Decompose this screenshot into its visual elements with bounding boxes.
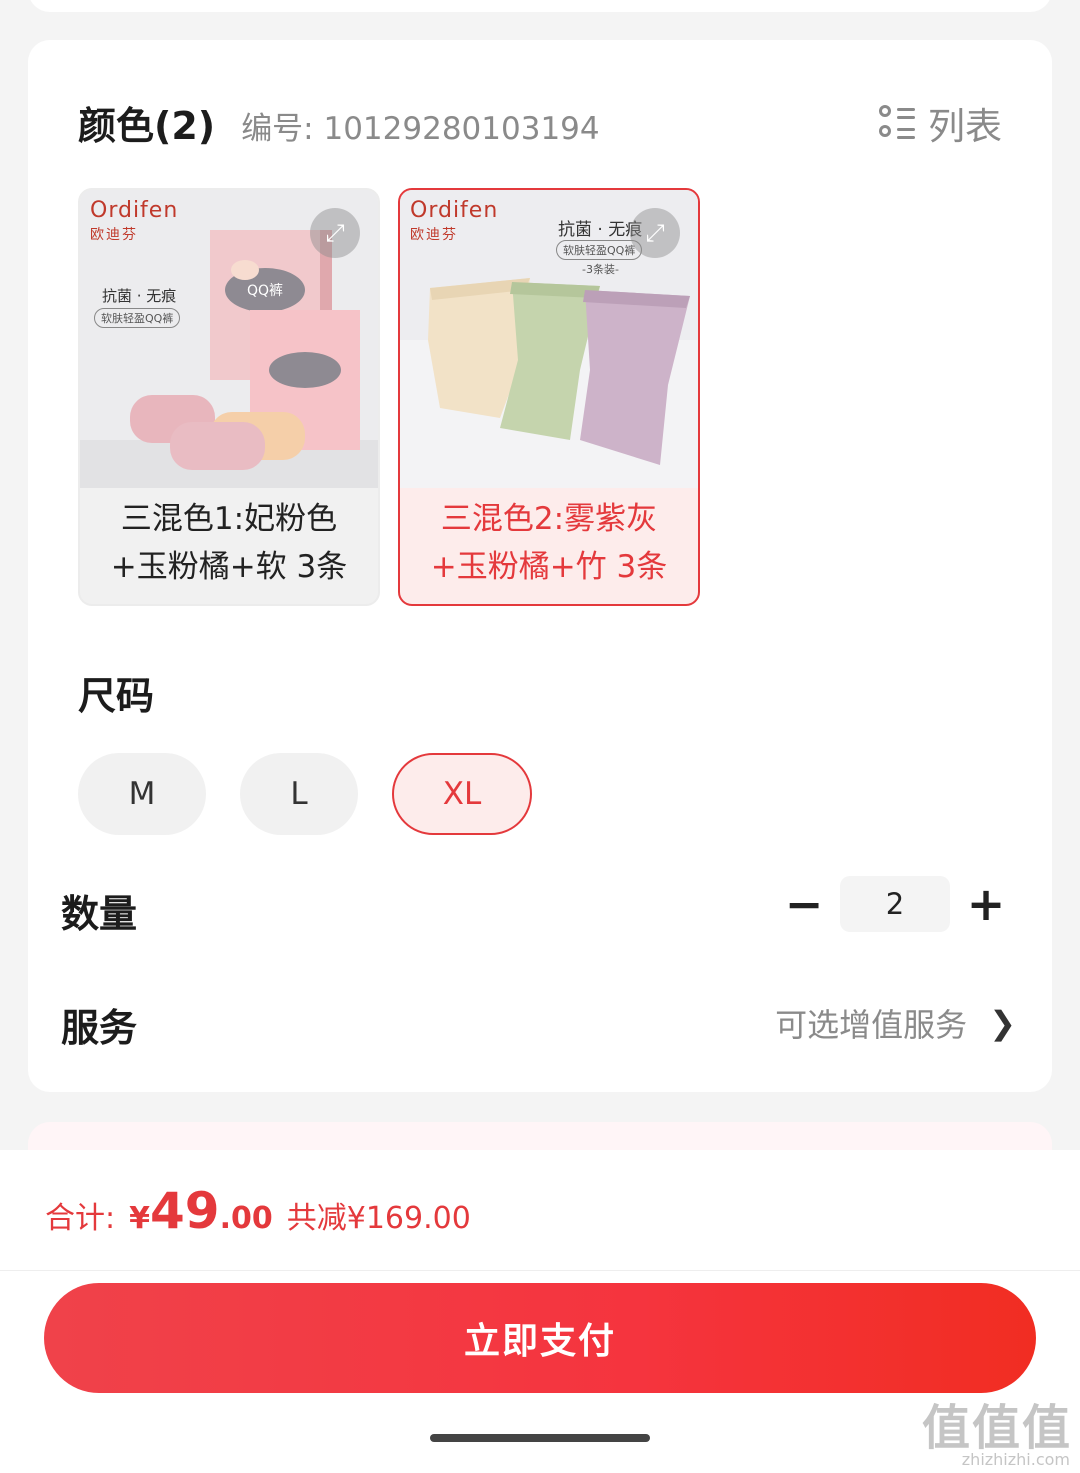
watermark: 值值值 [921, 1400, 1072, 1456]
brand-logo-cn: 欧迪芬 [410, 227, 458, 243]
size-option-l[interactable]: L [240, 753, 358, 835]
sku-selector-card: 颜色(2) 编号: 10129280103194 列表 QQ裤 Ordifen … [28, 40, 1052, 1092]
checkout-bar: 合计: ¥ 49 .00 共减¥169.00 立即支付 值值值 zhizhizh… [0, 1150, 1080, 1473]
color-option-1-label-line2: +玉粉橘+软 3条 [110, 549, 348, 585]
price-integer: 49 [149, 1182, 220, 1240]
service-title: 服务 [61, 1006, 138, 1050]
color-option-2[interactable]: Ordifen 欧迪芬 抗菌 · 无痕 软肤轻盈QQ裤 -3条装- ⤢ 三混色2… [398, 188, 700, 606]
quantity-input[interactable]: 2 [840, 876, 950, 932]
list-view-toggle[interactable]: 列表 [878, 96, 1002, 150]
product-tagline: 抗菌 · 无痕 [102, 287, 177, 305]
color-option-1-label: 三混色1:妃粉色 +玉粉橘+软 3条 [80, 495, 378, 591]
quantity-stepper: − 2 + [774, 876, 1016, 932]
service-link-label: 可选增值服务 [775, 1006, 968, 1044]
product-code: 编号: 10129280103194 [241, 111, 600, 147]
currency-symbol: ¥ [129, 1201, 150, 1236]
quantity-title: 数量 [61, 892, 138, 936]
price-decimal: .00 [219, 1201, 273, 1236]
color-option-2-label: 三混色2:雾紫灰 +玉粉橘+竹 3条 [400, 495, 698, 591]
color-header: 颜色(2) 编号: 10129280103194 [78, 95, 600, 148]
expand-icon[interactable]: ⤢ [630, 208, 680, 258]
brand-logo-en: Ordifen [90, 198, 179, 223]
value-added-service-link[interactable]: 可选增值服务 ❯ [775, 1000, 1016, 1046]
color-option-1-image: QQ裤 Ordifen 欧迪芬 抗菌 · 无痕 软肤轻盈QQ裤 ⤢ [80, 190, 378, 488]
size-option-m[interactable]: M [78, 753, 206, 835]
chevron-right-icon: ❯ [989, 1004, 1016, 1042]
color-option-2-label-line1: 三混色2:雾紫灰 [440, 501, 658, 537]
size-section-title: 尺码 [78, 674, 155, 718]
expand-icon[interactable]: ⤢ [310, 208, 360, 258]
divider [0, 1270, 1080, 1271]
decrease-quantity-button[interactable]: − [774, 876, 834, 932]
svg-text:QQ裤: QQ裤 [247, 283, 283, 299]
brand-logo-cn: 欧迪芬 [90, 227, 138, 243]
previous-card [28, 0, 1052, 12]
watermark-url: zhizhizhi.com [961, 1450, 1070, 1469]
increase-quantity-button[interactable]: + [956, 876, 1016, 932]
color-option-2-label-line2: +玉粉橘+竹 3条 [430, 549, 668, 585]
color-option-2-image: Ordifen 欧迪芬 抗菌 · 无痕 软肤轻盈QQ裤 -3条装- ⤢ [400, 190, 698, 488]
color-option-1[interactable]: QQ裤 Ordifen 欧迪芬 抗菌 · 无痕 软肤轻盈QQ裤 ⤢ 三混色1:妃… [78, 188, 380, 606]
total-price: 合计: ¥ 49 .00 共减¥169.00 [45, 1182, 471, 1240]
pay-now-button[interactable]: 立即支付 [44, 1283, 1036, 1393]
color-option-1-label-line1: 三混色1:妃粉色 [120, 501, 338, 537]
discount-amount: 共减¥169.00 [286, 1201, 471, 1236]
list-toggle-label: 列表 [928, 105, 1002, 148]
product-pill-tag: 软肤轻盈QQ裤 [556, 240, 643, 260]
home-indicator[interactable] [430, 1434, 650, 1442]
color-section-title: 颜色(2) [78, 104, 216, 148]
size-option-xl[interactable]: XL [392, 753, 532, 835]
total-label: 合计: [45, 1201, 116, 1236]
list-icon [878, 104, 916, 142]
product-pack-tag: -3条装- [582, 263, 619, 276]
product-pill-tag: 软肤轻盈QQ裤 [94, 308, 181, 328]
brand-logo-en: Ordifen [410, 198, 499, 223]
